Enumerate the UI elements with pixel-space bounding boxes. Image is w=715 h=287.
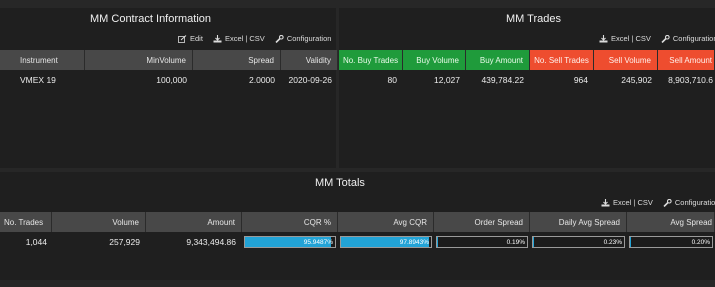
column-header-sell-volume[interactable]: Sell Volume [594,50,658,70]
column-header-cqr[interactable]: CQR % [242,212,338,232]
column-header-minvolume[interactable]: MinVolume [85,50,193,70]
totals-export-button[interactable]: Excel | CSV [601,198,653,207]
column-header-order-spread[interactable]: Order Spread [434,212,530,232]
table-row[interactable]: VMEX 19 100,000 2.0000 2020-09-26 [0,71,338,89]
trades-export-button[interactable]: Excel | CSV [599,34,651,43]
totals-title: MM Totals [315,177,365,189]
no-trades-cell: 1,044 [25,237,47,247]
order-spread-value: 0.19% [506,238,525,246]
wrench-icon [661,34,670,43]
trades-title: MM Trades [506,13,562,25]
sell-amount-cell: 8,903,710.6 [668,75,713,85]
download-icon [599,34,608,43]
table-row[interactable]: 1,044 257,929 9,343,494.86 95.9487% 97.8… [0,233,715,251]
buy-volume-cell: 12,027 [434,75,460,85]
contract-toolbar: Edit Excel | CSV Configuration [178,34,331,43]
column-header-sell-amount[interactable]: Sell Amount [658,50,715,70]
daily-avg-spread-cell: 0.23% [530,233,627,251]
column-header-no-sell-trades[interactable]: No. Sell Trades [530,50,594,70]
volume-cell: 257,929 [109,237,140,247]
column-header-buy-volume[interactable]: Buy Volume [403,50,466,70]
contract-export-button[interactable]: Excel | CSV [213,34,265,43]
avg-cqr-value: 97.8943% [399,238,429,246]
avg-spread-cell: 0.20% [627,233,715,251]
avg-spread-progress-bar: 0.20% [629,236,713,248]
edit-icon [178,34,187,43]
buy-amount-cell: 439,784.22 [481,75,524,85]
validity-cell: 2020-09-26 [288,75,332,85]
edit-button[interactable]: Edit [178,34,203,43]
contract-configuration-button[interactable]: Configuration [275,34,332,43]
order-spread-progress-bar: 0.19% [436,236,528,248]
contract-title: MM Contract Information [90,13,212,25]
instrument-cell: VMEX 19 [20,75,56,85]
column-header-instrument[interactable]: Instrument [0,50,85,70]
edit-label: Edit [190,34,203,43]
totals-configuration-button[interactable]: Configuration [663,198,715,207]
wrench-icon [663,198,672,207]
table-row[interactable]: 80 12,027 439,784.22 964 245,902 8,903,7… [339,71,715,89]
trades-toolbar: Excel | CSV Configuration [599,34,715,43]
column-header-no-trades[interactable]: No. Trades [0,212,52,232]
column-header-volume[interactable]: Volume [52,212,146,232]
no-sell-trades-cell: 964 [573,75,588,85]
download-icon [213,34,222,43]
column-header-avg-spread[interactable]: Avg Spread [627,212,715,232]
cqr-cell: 95.9487% [242,233,338,251]
order-spread-cell: 0.19% [434,233,530,251]
daily-avg-spread-value: 0.23% [603,238,622,246]
cqr-value: 95.9487% [303,238,333,246]
column-header-daily-avg-spread[interactable]: Daily Avg Spread [530,212,627,232]
configuration-label: Configuration [286,34,332,43]
configuration-label: Configuration [672,34,715,43]
column-header-buy-amount[interactable]: Buy Amount [466,50,530,70]
excel-csv-label: Excel | CSV [224,34,265,43]
no-buy-trades-cell: 80 [387,75,397,85]
sell-volume-cell: 245,902 [621,75,652,85]
avg-cqr-progress-bar: 97.8943% [340,236,432,248]
column-header-avg-cqr[interactable]: Avg CQR [338,212,434,232]
cqr-progress-bar: 95.9487% [244,236,336,248]
column-header-amount[interactable]: Amount [146,212,242,232]
download-icon [601,198,610,207]
spread-cell: 2.0000 [249,75,275,85]
daily-avg-spread-progress-bar: 0.23% [532,236,625,248]
column-header-spread[interactable]: Spread [193,50,281,70]
avg-spread-value: 0.20% [691,238,710,246]
trades-table-header: No. Buy Trades Buy Volume Buy Amount No.… [339,50,715,70]
configuration-label: Configuration [674,198,715,207]
avg-cqr-cell: 97.8943% [338,233,434,251]
column-header-no-buy-trades[interactable]: No. Buy Trades [339,50,403,70]
column-header-validity[interactable]: Validity [281,50,338,70]
excel-csv-label: Excel | CSV [611,34,651,43]
wrench-icon [275,34,284,43]
minvolume-cell: 100,000 [156,75,187,85]
totals-toolbar: Excel | CSV Configuration [601,198,715,207]
amount-cell: 9,343,494.86 [186,237,236,247]
excel-csv-label: Excel | CSV [613,198,653,207]
trades-configuration-button[interactable]: Configuration [661,34,715,43]
totals-table-header: No. Trades Volume Amount CQR % Avg CQR O… [0,212,715,232]
contract-table-header: Instrument MinVolume Spread Validity [0,50,338,70]
